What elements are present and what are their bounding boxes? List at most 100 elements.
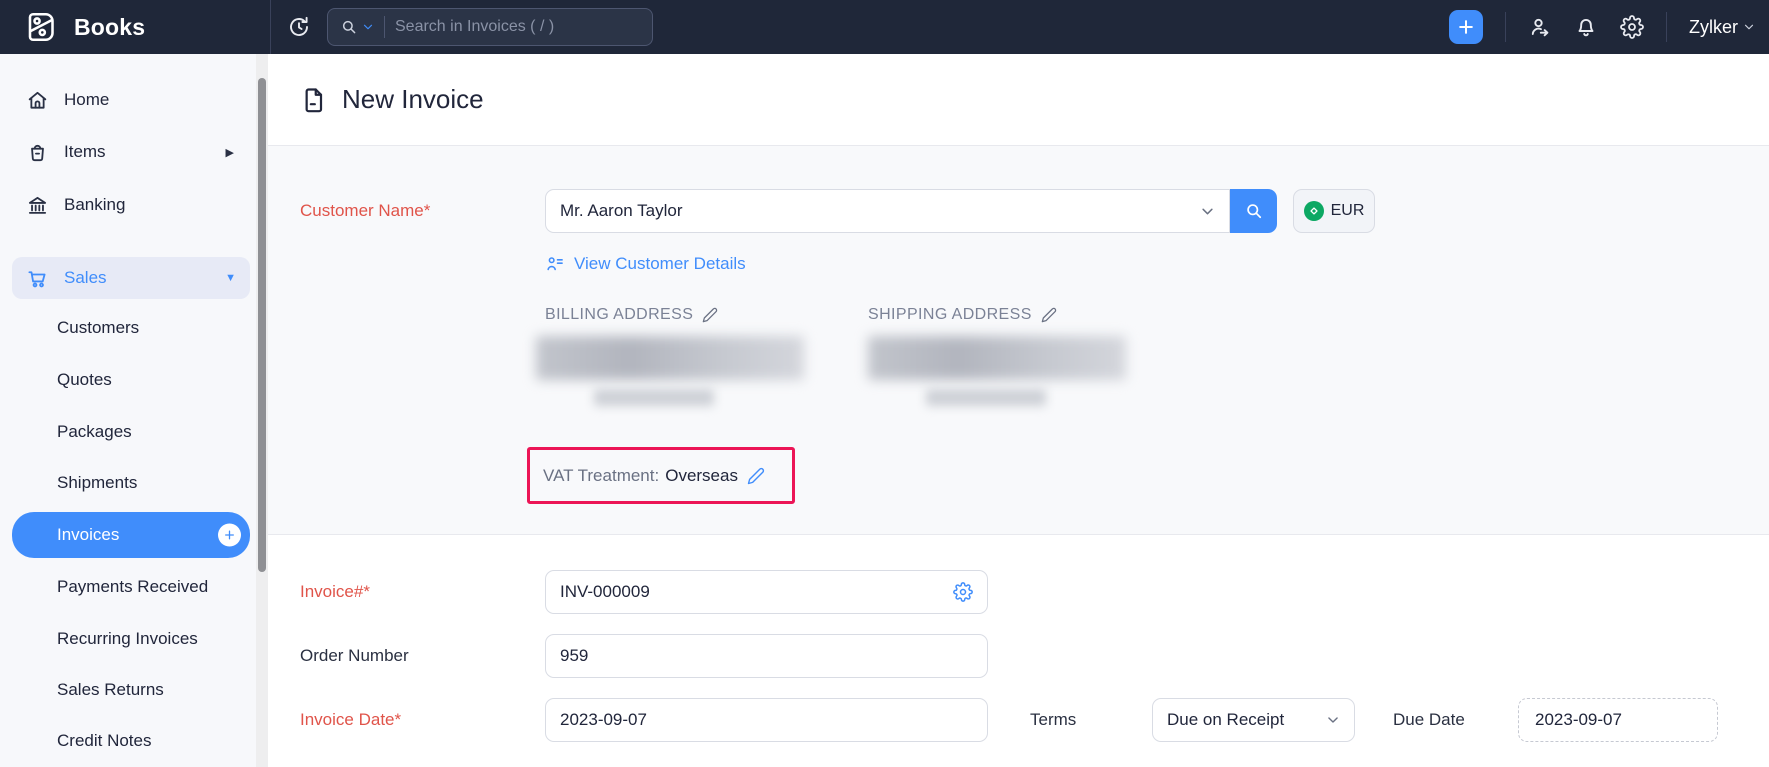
customer-name-select[interactable]: Mr. Aaron Taylor xyxy=(545,189,1230,233)
caret-right-icon: ▶ xyxy=(226,146,234,159)
recent-history-icon[interactable] xyxy=(287,15,311,39)
view-customer-details-label: View Customer Details xyxy=(574,254,746,274)
due-date-label: Due Date xyxy=(1393,710,1465,730)
chevron-down-icon[interactable] xyxy=(1200,204,1215,219)
currency-icon xyxy=(1304,201,1324,221)
customer-name-label: Customer Name* xyxy=(300,201,430,221)
sidebar-item-sales-returns[interactable]: Sales Returns xyxy=(0,669,256,711)
invoice-number-label: Invoice#* xyxy=(300,582,370,602)
search-divider xyxy=(384,16,385,38)
sidebar-item-payments-received[interactable]: Payments Received xyxy=(0,566,256,608)
cart-icon xyxy=(26,267,49,290)
sidebar-item-label: Customers xyxy=(57,318,139,338)
quick-create-button[interactable] xyxy=(1449,10,1483,44)
search-placeholder: Search in Invoices ( / ) xyxy=(395,18,554,36)
terms-select[interactable]: Due on Receipt xyxy=(1152,698,1355,742)
billing-address-header: BILLING ADDRESS xyxy=(545,306,718,324)
terms-label: Terms xyxy=(1030,710,1076,730)
due-date-value: 2023-09-07 xyxy=(1535,710,1622,730)
billing-address-redacted xyxy=(536,336,804,406)
search-icon xyxy=(340,18,358,36)
invoice-number-value: INV-000009 xyxy=(560,582,650,602)
order-number-value: 959 xyxy=(560,646,588,666)
invoice-document-icon xyxy=(300,86,328,114)
invoice-date-input[interactable]: 2023-09-07 xyxy=(545,698,988,742)
bag-icon xyxy=(26,141,49,164)
account-name: Zylker xyxy=(1689,17,1738,38)
vat-treatment-highlight-box: VAT Treatment: Overseas xyxy=(527,447,795,504)
order-number-input[interactable]: 959 xyxy=(545,634,988,678)
sidebar-item-label: Shipments xyxy=(57,473,137,493)
sidebar-scrollbar-thumb[interactable] xyxy=(258,78,266,572)
sidebar-scrollbar[interactable] xyxy=(256,54,268,767)
invoice-details-section: Invoice#* INV-000009 Order Number 959 In… xyxy=(268,535,1769,767)
sidebar-item-sales[interactable]: Sales ▼ xyxy=(12,257,250,299)
app-name: Books xyxy=(74,14,145,41)
customer-search-button[interactable] xyxy=(1230,189,1277,233)
chevron-down-icon xyxy=(1743,21,1755,33)
order-number-label: Order Number xyxy=(300,646,409,666)
sidebar-item-label: Banking xyxy=(64,195,125,215)
person-card-icon xyxy=(545,254,565,274)
sidebar-item-shipments[interactable]: Shipments xyxy=(0,462,256,504)
app-logo-area[interactable]: Books xyxy=(0,0,271,54)
sidebar-item-credit-notes[interactable]: Credit Notes xyxy=(0,720,256,762)
sidebar-item-label: Quotes xyxy=(57,370,112,390)
books-logo-icon xyxy=(24,9,60,45)
sidebar-item-packages[interactable]: Packages xyxy=(0,411,256,453)
customer-section: Customer Name* Mr. Aaron Taylor EUR View… xyxy=(268,145,1769,535)
vat-treatment-label: VAT Treatment: xyxy=(543,466,659,486)
view-customer-details-link[interactable]: View Customer Details xyxy=(545,254,746,274)
sidebar-item-label: Invoices xyxy=(57,525,119,545)
edit-billing-pencil-icon[interactable] xyxy=(702,307,718,323)
edit-shipping-pencil-icon[interactable] xyxy=(1041,307,1057,323)
sidebar: Home Items ▶ Banking Sales ▼ Customers Q… xyxy=(0,54,256,767)
vat-treatment-value: Overseas xyxy=(665,466,738,486)
sidebar-item-items[interactable]: Items ▶ xyxy=(0,131,256,173)
shipping-address-header: SHIPPING ADDRESS xyxy=(868,306,1057,324)
sidebar-item-customers[interactable]: Customers xyxy=(0,307,256,349)
edit-vat-pencil-icon[interactable] xyxy=(747,467,765,485)
customer-name-value: Mr. Aaron Taylor xyxy=(560,201,683,221)
sidebar-item-banking[interactable]: Banking xyxy=(0,184,256,226)
settings-gear-icon[interactable] xyxy=(1620,15,1644,39)
account-menu[interactable]: Zylker xyxy=(1689,17,1755,38)
page-header: New Invoice xyxy=(268,54,1769,145)
main-content: New Invoice Customer Name* Mr. Aaron Tay… xyxy=(268,54,1769,767)
invoice-number-input[interactable]: INV-000009 xyxy=(545,570,988,614)
terms-value: Due on Receipt xyxy=(1167,710,1284,730)
search-scope-chevron-icon[interactable] xyxy=(362,21,374,33)
sidebar-item-label: Recurring Invoices xyxy=(57,629,198,649)
topbar-divider xyxy=(1666,12,1667,42)
sidebar-item-invoices[interactable]: Invoices xyxy=(12,512,250,558)
sidebar-item-home[interactable]: Home xyxy=(0,79,256,121)
caret-down-icon: ▼ xyxy=(225,272,236,284)
plus-icon xyxy=(1456,17,1476,37)
sidebar-item-label: Credit Notes xyxy=(57,731,151,751)
currency-code: EUR xyxy=(1331,202,1365,220)
sidebar-item-label: Packages xyxy=(57,422,132,442)
shipping-address-label: SHIPPING ADDRESS xyxy=(868,306,1032,324)
page-title: New Invoice xyxy=(342,84,484,115)
sidebar-item-quotes[interactable]: Quotes xyxy=(0,359,256,401)
sidebar-item-label: Sales Returns xyxy=(57,680,164,700)
notifications-bell-icon[interactable] xyxy=(1574,15,1598,39)
bank-icon xyxy=(26,194,49,217)
sidebar-item-label: Items xyxy=(64,142,106,162)
search-icon xyxy=(1244,201,1264,221)
topbar-divider xyxy=(1505,12,1506,42)
invoice-number-settings-gear-icon[interactable] xyxy=(953,582,973,602)
new-invoice-plus-icon[interactable] xyxy=(218,524,241,547)
sidebar-item-label: Sales xyxy=(64,268,107,288)
due-date-input[interactable]: 2023-09-07 xyxy=(1518,698,1718,742)
shipping-address-redacted xyxy=(868,336,1126,406)
refer-users-icon[interactable] xyxy=(1528,15,1552,39)
global-search-input[interactable]: Search in Invoices ( / ) xyxy=(327,8,653,46)
invoice-date-label: Invoice Date* xyxy=(300,710,401,730)
sidebar-item-recurring-invoices[interactable]: Recurring Invoices xyxy=(0,618,256,660)
top-bar: Books Search in Invoices ( / ) Zylker xyxy=(0,0,1769,54)
currency-button[interactable]: EUR xyxy=(1293,189,1375,233)
chevron-down-icon xyxy=(1326,713,1340,727)
billing-address-label: BILLING ADDRESS xyxy=(545,306,693,324)
home-icon xyxy=(26,89,49,112)
